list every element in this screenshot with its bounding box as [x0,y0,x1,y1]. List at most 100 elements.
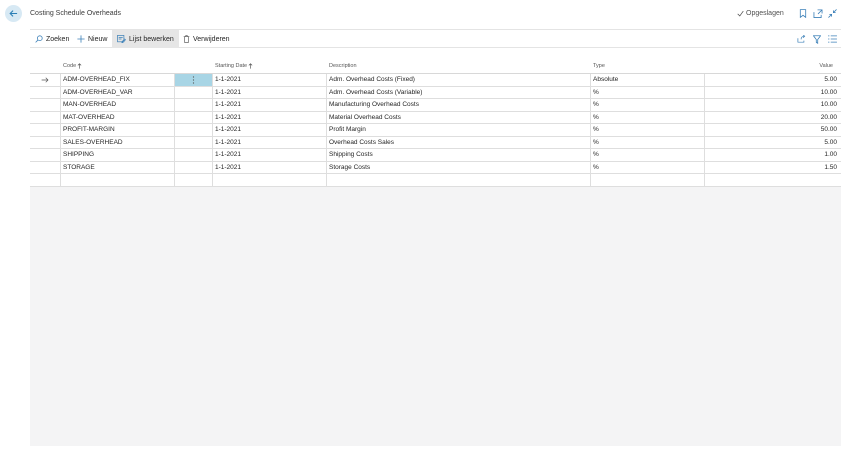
cell-type[interactable]: % [591,86,705,99]
cell-starting-date[interactable]: 1-1-2021 [213,99,327,111]
share-button[interactable] [796,34,806,44]
column-header-description[interactable]: Description [329,63,357,69]
column-label-code: Code [63,63,77,69]
filter-icon [813,34,821,44]
trash-icon [183,35,190,43]
row-selector[interactable] [30,136,61,149]
cell-code[interactable]: SHIPPING [61,149,175,161]
new-entry-row[interactable] [30,174,841,187]
bookmark-icon [799,9,806,18]
cell-code[interactable]: MAN-OVERHEAD [61,99,175,111]
row-actions-cell[interactable] [175,99,213,111]
cell-description[interactable] [327,174,591,186]
cell-code[interactable] [61,174,175,186]
cell-starting-date[interactable]: 1-1-2021 [213,149,327,161]
row-actions-cell[interactable] [175,86,213,99]
row-actions-button[interactable] [175,74,213,86]
cell-type[interactable]: % [591,136,705,149]
cell-value[interactable]: 5.00 [705,74,841,86]
cell-type[interactable]: % [591,111,705,124]
cell-type[interactable]: Absolute [591,74,705,86]
cell-code[interactable]: ADM-OVERHEAD_FIX [61,74,175,86]
row-actions-cell[interactable] [175,161,213,174]
collapse-icon [828,9,837,18]
row-selector[interactable] [30,124,61,136]
cell-code[interactable]: ADM-OVERHEAD_VAR [61,86,175,99]
cell-starting-date[interactable]: 1-1-2021 [213,74,327,86]
cell-value[interactable]: 1.00 [705,149,841,161]
cell-description[interactable]: Overhead Costs Sales [327,136,591,149]
new-button[interactable]: Nieuw [72,30,112,48]
cell-starting-date[interactable]: 1-1-2021 [213,161,327,174]
table-row[interactable]: ADM-OVERHEAD_VAR 1-1-2021 Adm. Overhead … [30,86,841,99]
cell-type[interactable]: % [591,149,705,161]
table-row[interactable]: ADM-OVERHEAD_FIX 1-1-2021 Adm. Overhead … [30,74,841,87]
cell-starting-date[interactable]: 1-1-2021 [213,124,327,136]
open-new-window-button[interactable] [812,8,823,19]
bookmark-button[interactable] [797,8,808,19]
cell-description[interactable]: Storage Costs [327,161,591,174]
edit-list-button[interactable]: Lijst bewerken [112,30,179,48]
delete-label: Verwijderen [193,35,230,43]
row-selector[interactable] [30,99,61,111]
list-content: Code Starting Date Description Type Valu… [30,48,841,446]
cell-code[interactable]: MAT-OVERHEAD [61,111,175,124]
edit-list-label: Lijst bewerken [129,35,174,43]
column-header-starting-date[interactable]: Starting Date [215,63,253,69]
column-header-code[interactable]: Code [63,63,82,69]
cell-type[interactable] [591,174,705,186]
row-actions-cell[interactable] [175,111,213,124]
arrow-right-icon [41,77,49,83]
cell-starting-date[interactable]: 1-1-2021 [213,86,327,99]
row-selector[interactable] [30,161,61,174]
table-row[interactable]: PROFIT-MARGIN 1-1-2021 Profit Margin % 5… [30,124,841,137]
cell-type[interactable]: % [591,124,705,136]
collapse-button[interactable] [827,8,838,19]
column-label-description: Description [329,63,357,69]
row-selector[interactable] [30,111,61,124]
cell-description[interactable]: Adm. Overhead Costs (Fixed) [327,74,591,86]
cell-code[interactable]: STORAGE [61,161,175,174]
row-actions-cell[interactable] [175,149,213,161]
cell-type[interactable]: % [591,99,705,111]
cell-value[interactable]: 5.00 [705,137,841,149]
cell-description[interactable]: Shipping Costs [327,149,591,161]
cell-starting-date[interactable]: 1-1-2021 [213,136,327,149]
delete-button[interactable]: Verwijderen [178,30,235,48]
table-row[interactable]: SHIPPING 1-1-2021 Shipping Costs % 1.00 [30,149,841,162]
cell-code[interactable]: PROFIT-MARGIN [61,124,175,136]
cell-description[interactable]: Adm. Overhead Costs (Variable) [327,86,591,99]
cell-value[interactable]: 10.00 [705,87,841,99]
cell-value[interactable]: 20.00 [705,112,841,124]
cell-description[interactable]: Material Overhead Costs [327,111,591,124]
search-button[interactable]: Zoeken [30,30,74,48]
cell-value[interactable]: 1.50 [705,162,841,174]
cell-starting-date[interactable]: 1-1-2021 [213,111,327,124]
row-actions-cell[interactable] [175,136,213,149]
row-selector[interactable] [30,74,61,86]
row-actions-cell[interactable] [175,174,213,186]
table-row[interactable]: MAT-OVERHEAD 1-1-2021 Material Overhead … [30,111,841,124]
filter-button[interactable] [812,34,822,44]
back-button[interactable] [5,5,22,22]
row-actions-cell[interactable] [175,124,213,136]
cell-code[interactable]: SALES-OVERHEAD [61,136,175,149]
open-in-new-window-icon [813,9,822,18]
column-header-value[interactable]: Value [819,63,833,69]
table-row[interactable]: MAN-OVERHEAD 1-1-2021 Manufacturing Over… [30,99,841,112]
cell-value[interactable] [705,174,841,186]
row-selector[interactable] [30,149,61,161]
cell-type[interactable]: % [591,161,705,174]
table-row[interactable]: SALES-OVERHEAD 1-1-2021 Overhead Costs S… [30,136,841,149]
column-header-type[interactable]: Type [593,63,605,69]
list-view-button[interactable] [827,34,837,44]
row-selector[interactable] [30,174,61,186]
cell-description[interactable]: Manufacturing Overhead Costs [327,99,591,111]
cell-starting-date[interactable] [213,174,327,186]
search-label: Zoeken [46,35,70,43]
table-row[interactable]: STORAGE 1-1-2021 Storage Costs % 1.50 [30,161,841,174]
cell-value[interactable]: 10.00 [705,99,841,111]
cell-description[interactable]: Profit Margin [327,124,591,136]
row-selector[interactable] [30,86,61,99]
cell-value[interactable]: 50.00 [705,124,841,136]
